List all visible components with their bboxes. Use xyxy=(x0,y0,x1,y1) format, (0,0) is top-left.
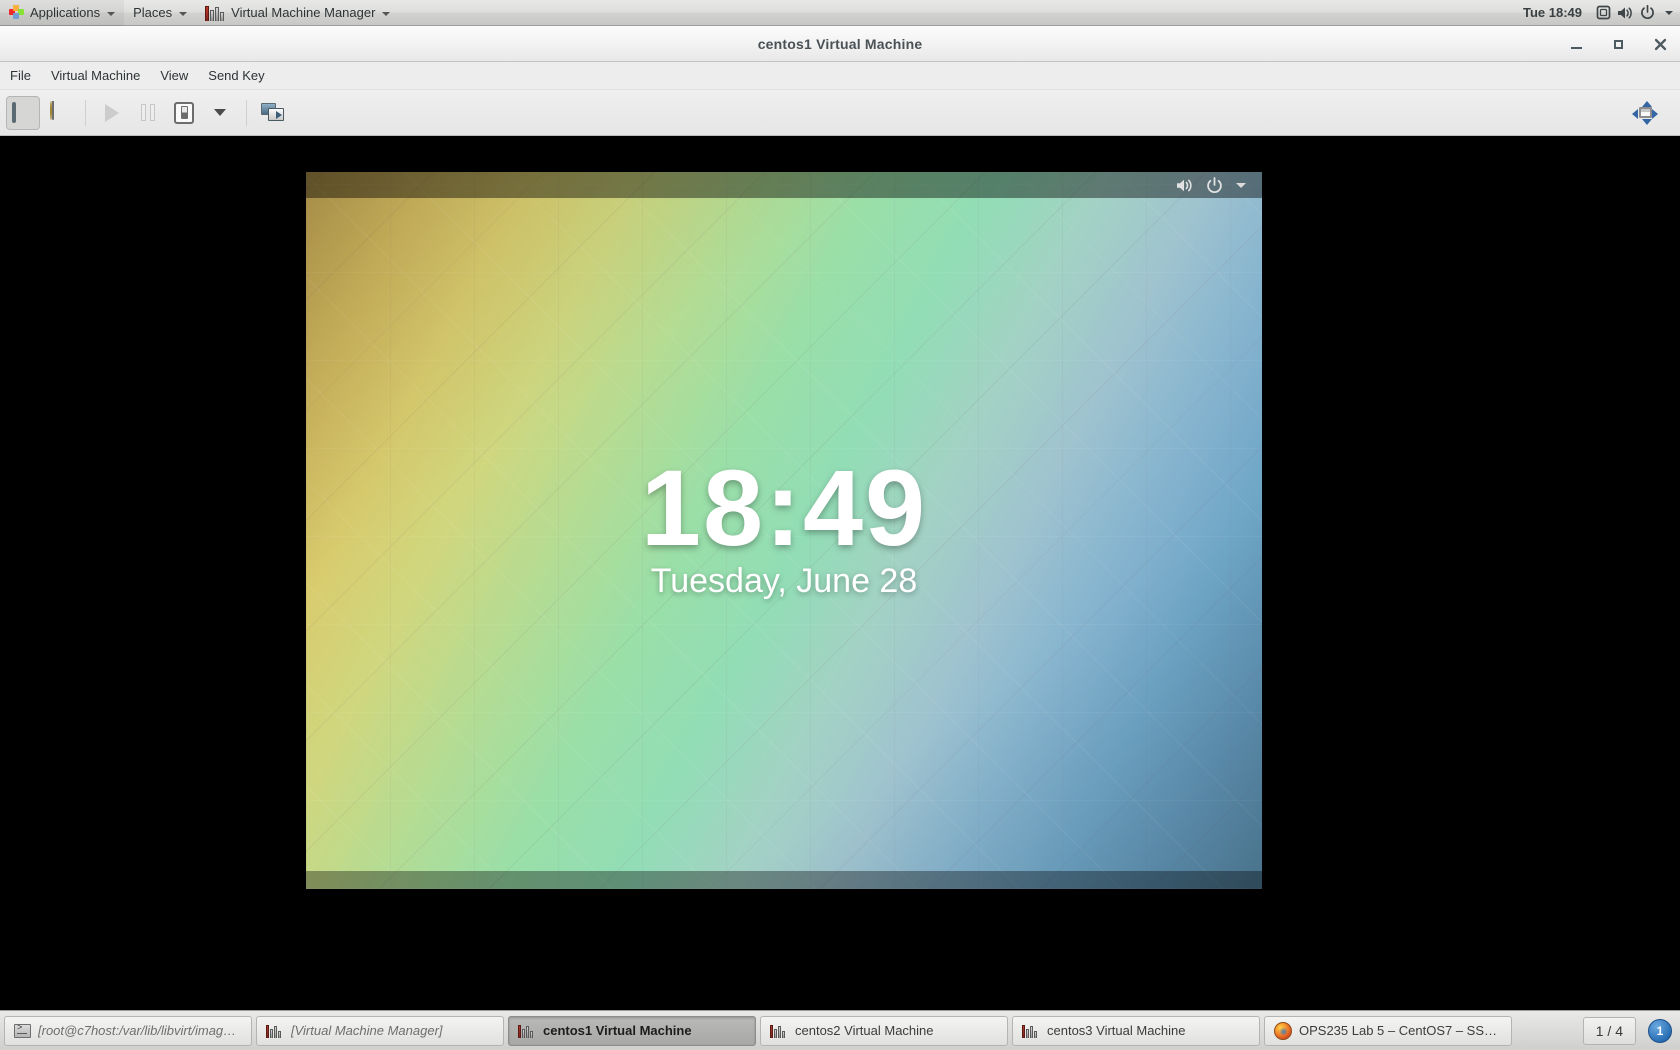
menu-virtual-machine[interactable]: Virtual Machine xyxy=(41,64,150,87)
pause-icon xyxy=(141,104,155,121)
snapshots-button[interactable] xyxy=(256,96,290,130)
guest-menu-arrow-icon[interactable] xyxy=(1236,182,1246,188)
vm-console-viewport[interactable]: 18:49 Tuesday, June 28 xyxy=(0,136,1680,1010)
guest-bottom-shade xyxy=(306,871,1262,889)
applications-icon xyxy=(9,5,24,20)
shutdown-options-button[interactable] xyxy=(203,96,237,130)
task-centos3[interactable]: centos3 Virtual Machine xyxy=(1012,1015,1260,1046)
task-label: centos3 Virtual Machine xyxy=(1047,1023,1186,1038)
display-icon[interactable] xyxy=(1592,0,1614,26)
vmm-icon xyxy=(770,1024,788,1038)
guest-volume-icon[interactable] xyxy=(1176,178,1193,193)
task-centos2[interactable]: centos2 Virtual Machine xyxy=(760,1015,1008,1046)
places-menu[interactable]: Places xyxy=(124,0,196,26)
guest-lock-date: Tuesday, June 28 xyxy=(650,562,918,600)
pause-button[interactable] xyxy=(131,96,165,130)
workspace-indicator[interactable]: 1 / 4 xyxy=(1582,1016,1636,1045)
terminal-icon xyxy=(14,1023,31,1038)
play-icon xyxy=(105,103,119,122)
menu-arrow-icon[interactable] xyxy=(1658,0,1680,26)
vmm-icon xyxy=(1022,1024,1040,1038)
guest-lock-clock: 18:49 xyxy=(640,447,928,568)
fullscreen-button[interactable] xyxy=(1628,96,1662,130)
applications-menu-label: Applications xyxy=(30,5,101,20)
notification-badge[interactable]: 1 xyxy=(1648,1018,1672,1043)
toolbar-separator xyxy=(85,99,86,126)
maximize-button[interactable] xyxy=(1608,32,1628,56)
panel-clock[interactable]: Tue 18:49 xyxy=(1513,5,1592,20)
lightbulb-icon xyxy=(50,100,68,124)
show-details-button[interactable] xyxy=(42,96,76,130)
guest-screen[interactable]: 18:49 Tuesday, June 28 xyxy=(306,172,1262,889)
menubar: File Virtual Machine View Send Key xyxy=(0,62,1680,90)
guest-lock-topbar xyxy=(306,172,1262,198)
fullscreen-icon xyxy=(1632,101,1658,125)
task-firefox[interactable]: OPS235 Lab 5 – CentOS7 – SSD… xyxy=(1264,1015,1512,1046)
window-controls xyxy=(1566,26,1670,62)
task-label: centos1 Virtual Machine xyxy=(543,1023,692,1038)
close-button[interactable] xyxy=(1650,32,1670,56)
snapshots-icon xyxy=(261,102,285,123)
active-application-label: Virtual Machine Manager xyxy=(231,5,376,20)
active-application-menu[interactable]: Virtual Machine Manager xyxy=(196,0,399,26)
task-label: [root@c7host:/var/lib/libvirt/imag… xyxy=(38,1023,237,1038)
vmm-icon xyxy=(518,1024,536,1038)
vmm-icon xyxy=(266,1024,284,1038)
guest-power-icon[interactable] xyxy=(1206,176,1223,194)
virtual-machine-window: centos1 Virtual Machine File Virtual Mac… xyxy=(0,26,1680,1010)
task-label: OPS235 Lab 5 – CentOS7 – SSD… xyxy=(1299,1023,1502,1038)
task-label: centos2 Virtual Machine xyxy=(795,1023,934,1038)
chevron-down-icon xyxy=(179,11,188,16)
task-terminal[interactable]: [root@c7host:/var/lib/libvirt/imag… xyxy=(4,1015,252,1046)
chevron-down-icon xyxy=(1665,10,1673,15)
task-label: [Virtual Machine Manager] xyxy=(291,1023,443,1038)
monitor-icon xyxy=(12,101,34,123)
toolbar xyxy=(0,90,1680,136)
run-button[interactable] xyxy=(95,96,129,130)
chevron-down-icon xyxy=(382,11,391,16)
toolbar-right-group xyxy=(1628,90,1662,136)
toolbar-separator xyxy=(246,99,247,126)
shutdown-button[interactable] xyxy=(167,96,201,130)
task-virtual-machine-manager[interactable]: [Virtual Machine Manager] xyxy=(256,1015,504,1046)
chevron-down-icon xyxy=(214,109,226,116)
volume-icon[interactable] xyxy=(1614,0,1636,26)
applications-menu[interactable]: Applications xyxy=(0,0,125,26)
minimize-button[interactable] xyxy=(1566,32,1586,56)
show-console-button[interactable] xyxy=(6,95,40,130)
menu-file[interactable]: File xyxy=(0,64,41,87)
power-switch-icon xyxy=(174,101,194,124)
menu-send-key[interactable]: Send Key xyxy=(198,64,274,87)
chevron-down-icon xyxy=(107,11,116,16)
top-panel: Applications Places Virtual Machine Mana… xyxy=(0,0,1680,26)
window-title: centos1 Virtual Machine xyxy=(757,35,923,52)
chevron-down-icon xyxy=(1236,182,1246,188)
virtual-machine-manager-icon xyxy=(205,4,227,21)
places-menu-label: Places xyxy=(133,5,173,20)
taskbar: [root@c7host:/var/lib/libvirt/imag… [Vir… xyxy=(0,1010,1680,1050)
menu-view[interactable]: View xyxy=(150,64,198,87)
window-titlebar[interactable]: centos1 Virtual Machine xyxy=(0,26,1680,62)
firefox-icon xyxy=(1274,1021,1292,1040)
task-centos1[interactable]: centos1 Virtual Machine xyxy=(508,1015,756,1046)
power-icon[interactable] xyxy=(1636,0,1658,26)
